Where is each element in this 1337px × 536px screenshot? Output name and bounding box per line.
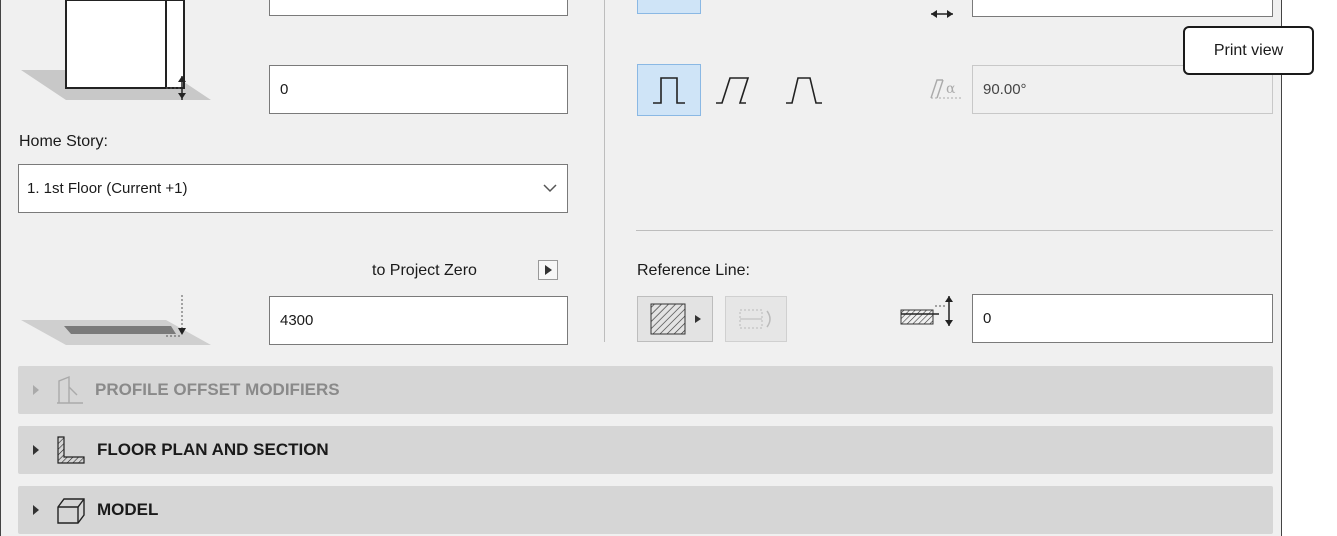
model-box-icon xyxy=(57,498,85,524)
reference-line-label: Reference Line: xyxy=(637,262,750,279)
section-model[interactable]: MODEL xyxy=(18,486,1273,534)
top-offset-input[interactable]: 0 xyxy=(269,65,568,114)
expand-triangle-icon xyxy=(33,445,39,455)
expand-triangle-icon xyxy=(33,505,39,515)
top-selected-button[interactable] xyxy=(637,0,701,14)
project-zero-menu-button[interactable] xyxy=(538,260,558,280)
home-story-value: 1. 1st Floor (Current +1) xyxy=(27,180,188,197)
trapezoid-wall-profile-button[interactable] xyxy=(779,64,829,116)
section-floor-plan-and-section[interactable]: FLOOR PLAN AND SECTION xyxy=(18,426,1273,474)
print-view-tooltip: Print view xyxy=(1183,26,1314,75)
triangle-right-icon xyxy=(544,265,552,275)
settings-panel: 0 Home Story: 1. 1st Floor (Current +1) … xyxy=(0,0,1282,536)
slanted-wall-profile-button[interactable] xyxy=(709,64,759,116)
reference-offset-input[interactable]: 0 xyxy=(972,294,1273,343)
trapezoid-profile-icon xyxy=(786,77,822,104)
flip-icon xyxy=(739,309,771,329)
bottom-elevation-input[interactable]: 4300 xyxy=(269,296,568,345)
hatch-wall-icon xyxy=(650,303,686,335)
straight-wall-profile-button[interactable] xyxy=(637,64,701,116)
triangle-right-icon xyxy=(695,315,701,323)
flip-reference-line-button[interactable] xyxy=(725,296,787,342)
home-story-label: Home Story: xyxy=(19,133,108,150)
to-project-zero-label: to Project Zero xyxy=(372,262,477,279)
reference-offset-icon xyxy=(900,296,953,326)
wall-top-offset-icon xyxy=(21,0,211,100)
chevron-down-icon xyxy=(543,184,557,193)
section-title: PROFILE OFFSET MODIFIERS xyxy=(95,380,340,399)
home-story-select[interactable]: 1. 1st Floor (Current +1) xyxy=(18,164,568,213)
profile-offset-icon xyxy=(57,375,83,404)
wall-bottom-elevation-icon xyxy=(21,295,211,345)
svg-text:α: α xyxy=(946,81,956,97)
reference-line-menu-button[interactable] xyxy=(637,296,713,342)
floor-plan-icon xyxy=(57,436,85,464)
expand-triangle-icon xyxy=(33,385,39,395)
width-arrows-icon xyxy=(931,10,953,18)
section-profile-offset-modifiers[interactable]: PROFILE OFFSET MODIFIERS xyxy=(18,366,1273,414)
thickness-input[interactable] xyxy=(972,0,1273,17)
column-divider xyxy=(604,0,605,342)
horizontal-divider xyxy=(636,230,1273,231)
section-title: FLOOR PLAN AND SECTION xyxy=(97,440,329,459)
top-height-field[interactable] xyxy=(269,0,568,16)
angle-icon: α xyxy=(930,79,961,99)
section-title: MODEL xyxy=(97,500,159,519)
slanted-profile-icon xyxy=(716,77,750,104)
straight-profile-icon xyxy=(653,77,685,104)
